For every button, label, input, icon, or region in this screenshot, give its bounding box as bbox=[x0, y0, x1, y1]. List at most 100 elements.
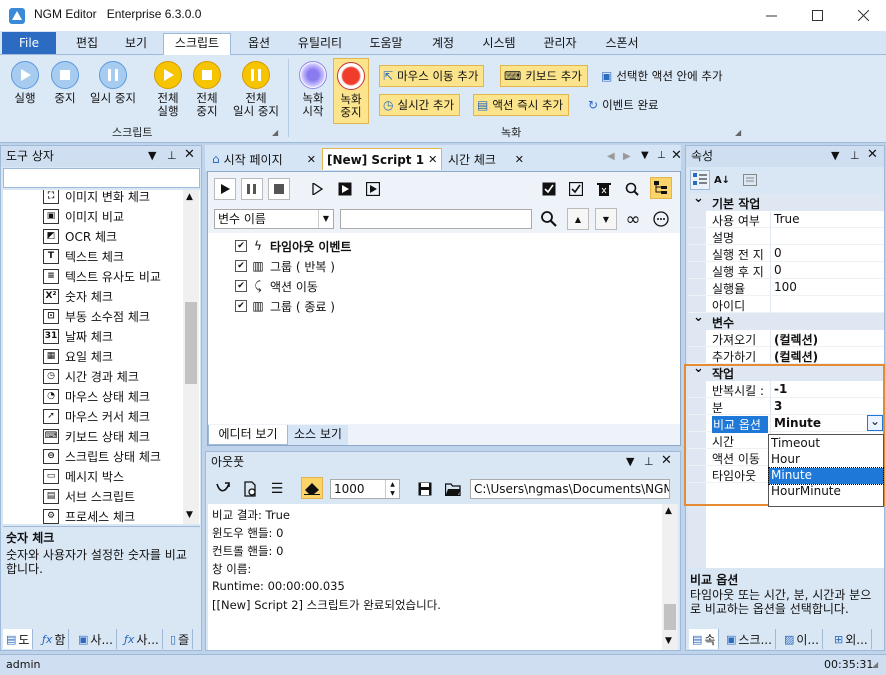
pin-icon[interactable]: ⊥ bbox=[850, 149, 860, 162]
menu-tab-5[interactable]: 유틸리티 bbox=[287, 34, 353, 55]
dropdown-option[interactable]: Minute bbox=[768, 467, 884, 485]
run-from-icon[interactable] bbox=[334, 178, 356, 200]
toolbox-item[interactable]: ⊖ 스크립트 상태 체크 bbox=[43, 446, 183, 466]
pause-all-button[interactable]: 전체 일시 중지 bbox=[228, 61, 284, 118]
dropdown-option[interactable]: HourMinute bbox=[769, 484, 883, 500]
properties-bottom-tab[interactable]: ▨ 이... bbox=[781, 629, 823, 649]
variable-select[interactable]: 변수 이름 ▼ bbox=[214, 209, 334, 229]
eraser-icon[interactable] bbox=[301, 477, 323, 499]
toolbox-item[interactable]: X² 숫자 체크 bbox=[43, 286, 183, 306]
output-scrollbar[interactable]: ▲ ▼ bbox=[662, 504, 678, 650]
stop-button[interactable]: 중지 bbox=[48, 61, 82, 105]
add-keyboard-button[interactable]: ⌨ 키보드 추가 bbox=[500, 65, 588, 87]
tab-source-view[interactable]: 소스 보기 bbox=[288, 425, 348, 445]
close-button[interactable] bbox=[840, 0, 886, 31]
property-row[interactable]: 가져오기 (컬렉션) bbox=[688, 330, 884, 347]
categorized-icon[interactable] bbox=[690, 170, 710, 190]
clear-icon[interactable] bbox=[212, 478, 234, 500]
toolbox-item[interactable]: ⛶ 이미지 변화 체크 bbox=[43, 190, 183, 206]
close-icon[interactable]: ✕ bbox=[184, 147, 195, 162]
tab-editor-view[interactable]: 에디터 보기 bbox=[208, 425, 288, 445]
play-icon[interactable] bbox=[214, 178, 236, 200]
stop-icon[interactable] bbox=[268, 178, 290, 200]
toolbox-bottom-tab[interactable]: ▤ 도 bbox=[3, 629, 34, 649]
step-icon[interactable] bbox=[306, 178, 328, 200]
scroll-up-icon[interactable]: ▲ bbox=[665, 506, 672, 516]
pause-icon[interactable] bbox=[241, 178, 263, 200]
line-count-stepper[interactable]: 1000 ▲ ▼ bbox=[330, 479, 400, 499]
stop-all-button[interactable]: 전체 중지 bbox=[189, 61, 225, 118]
move-down-icon[interactable]: ▼ bbox=[595, 208, 617, 230]
property-category[interactable]: ⌄ 변수 bbox=[688, 310, 884, 330]
save-icon[interactable] bbox=[414, 478, 436, 500]
delete-icon[interactable] bbox=[593, 178, 615, 200]
search-icon[interactable] bbox=[621, 178, 643, 200]
property-category[interactable]: ⌄ 기본 작업 bbox=[688, 191, 884, 211]
toolbox-item[interactable]: ▣ 이미지 비교 bbox=[43, 206, 183, 226]
tab-scroll-left-icon[interactable]: ◀ bbox=[607, 151, 615, 162]
record-stop-button[interactable]: 녹화 중지 bbox=[333, 58, 369, 124]
tree-node[interactable]: ✔ ▥ 그룹 ( 반복 ) bbox=[235, 256, 335, 276]
resize-grip-icon[interactable]: ◢ bbox=[872, 660, 878, 669]
tab-list-icon[interactable]: ▼ bbox=[641, 150, 649, 161]
move-up-icon[interactable]: ▲ bbox=[567, 208, 589, 230]
document-refresh-icon[interactable] bbox=[239, 478, 261, 500]
infinity-icon[interactable]: ∞ bbox=[622, 208, 644, 230]
check-all-icon[interactable] bbox=[538, 178, 560, 200]
toolbox-item[interactable]: ▭ 메시지 박스 bbox=[43, 466, 183, 486]
toolbox-item[interactable]: ◩ OCR 체크 bbox=[43, 226, 183, 246]
scroll-down-icon[interactable]: ▼ bbox=[665, 636, 672, 646]
toolbox-bottom-tab[interactable]: ▣ 사... bbox=[75, 629, 117, 649]
maximize-button[interactable] bbox=[794, 0, 840, 31]
properties-bottom-tab[interactable]: ⊞ 외... bbox=[831, 629, 872, 649]
close-icon[interactable]: ✕ bbox=[671, 148, 682, 163]
toolbox-bottom-tab[interactable]: ƒx 사... bbox=[121, 629, 163, 649]
menu-tab-2[interactable]: 보기 bbox=[112, 34, 160, 55]
sort-az-icon[interactable]: A↓ bbox=[712, 170, 732, 190]
toolbox-scrollbar[interactable]: ▲ ▼ bbox=[183, 190, 199, 524]
run-selected-icon[interactable] bbox=[362, 178, 384, 200]
dropdown-icon[interactable]: ▼ bbox=[148, 149, 156, 162]
toolbox-search-input[interactable] bbox=[3, 168, 200, 188]
folder-icon[interactable] bbox=[442, 478, 464, 500]
menu-tab-3[interactable]: 스크립트 bbox=[163, 33, 231, 55]
menu-tab-1[interactable]: 편집 bbox=[62, 34, 112, 55]
add-realtime-button[interactable]: ◷ 실시간 추가 bbox=[379, 94, 461, 116]
collapse-chevron-icon[interactable]: ⌄ bbox=[693, 191, 704, 206]
scroll-down-icon[interactable]: ▼ bbox=[186, 510, 193, 520]
properties-bottom-tab[interactable]: ▤ 속 bbox=[689, 629, 720, 649]
check-selected-icon[interactable] bbox=[565, 178, 587, 200]
more-icon[interactable] bbox=[650, 208, 672, 230]
menu-tab-10[interactable]: 스폰서 bbox=[594, 34, 650, 55]
toolbox-item[interactable]: 31 날짜 체크 bbox=[43, 326, 183, 346]
pin-icon[interactable]: ⊥ bbox=[644, 455, 654, 468]
menu-tab-7[interactable]: 계정 bbox=[420, 34, 466, 55]
editor-tab[interactable]: 시간 체크 ✕ bbox=[444, 148, 528, 170]
pin-icon[interactable]: ⊥ bbox=[657, 150, 666, 161]
close-icon[interactable]: ✕ bbox=[867, 147, 878, 162]
minimize-button[interactable] bbox=[748, 0, 794, 31]
dropdown-option[interactable]: Hour bbox=[769, 452, 883, 468]
pause-button[interactable]: 일시 중지 bbox=[86, 61, 140, 105]
toolbox-item[interactable]: ≡ 텍스트 유사도 비교 bbox=[43, 266, 183, 286]
menu-tab-6[interactable]: 도움말 bbox=[358, 34, 414, 55]
tree-node[interactable]: ✔ ϟ 타임아웃 이벤트 bbox=[235, 236, 351, 256]
output-path-field[interactable]: C:\Users\ngmas\Documents\NGM6\ bbox=[470, 479, 670, 499]
toolbox-item[interactable]: ⊡ 부동 소수점 체크 bbox=[43, 306, 183, 326]
property-row[interactable]: 아이디 bbox=[688, 296, 884, 313]
editor-tab[interactable]: ⌂ 시작 페이지 ✕ bbox=[208, 148, 320, 170]
collapse-chevron-icon[interactable]: ⌄ bbox=[693, 310, 704, 325]
menu-tab-9[interactable]: 관리자 bbox=[532, 34, 588, 55]
toolbox-bottom-tab[interactable]: ▯ 즐 bbox=[167, 629, 194, 649]
property-row[interactable]: 설명 bbox=[688, 228, 884, 245]
property-row[interactable]: 실행 후 지0 bbox=[688, 262, 884, 279]
checkbox[interactable]: ✔ bbox=[235, 280, 247, 292]
dialog-launcher-icon[interactable]: ◢ bbox=[735, 128, 741, 137]
property-row[interactable]: 사용 여부 True bbox=[688, 211, 884, 228]
scroll-up-icon[interactable]: ▲ bbox=[186, 192, 193, 202]
tab-scroll-right-icon[interactable]: ▶ bbox=[623, 151, 631, 162]
tree-node[interactable]: ✔ ▥ 그룹 ( 종료 ) bbox=[235, 296, 335, 316]
toolbox-item[interactable]: ◔ 마우스 상태 체크 bbox=[43, 386, 183, 406]
checkbox[interactable]: ✔ bbox=[235, 300, 247, 312]
scroll-thumb[interactable] bbox=[185, 302, 197, 384]
